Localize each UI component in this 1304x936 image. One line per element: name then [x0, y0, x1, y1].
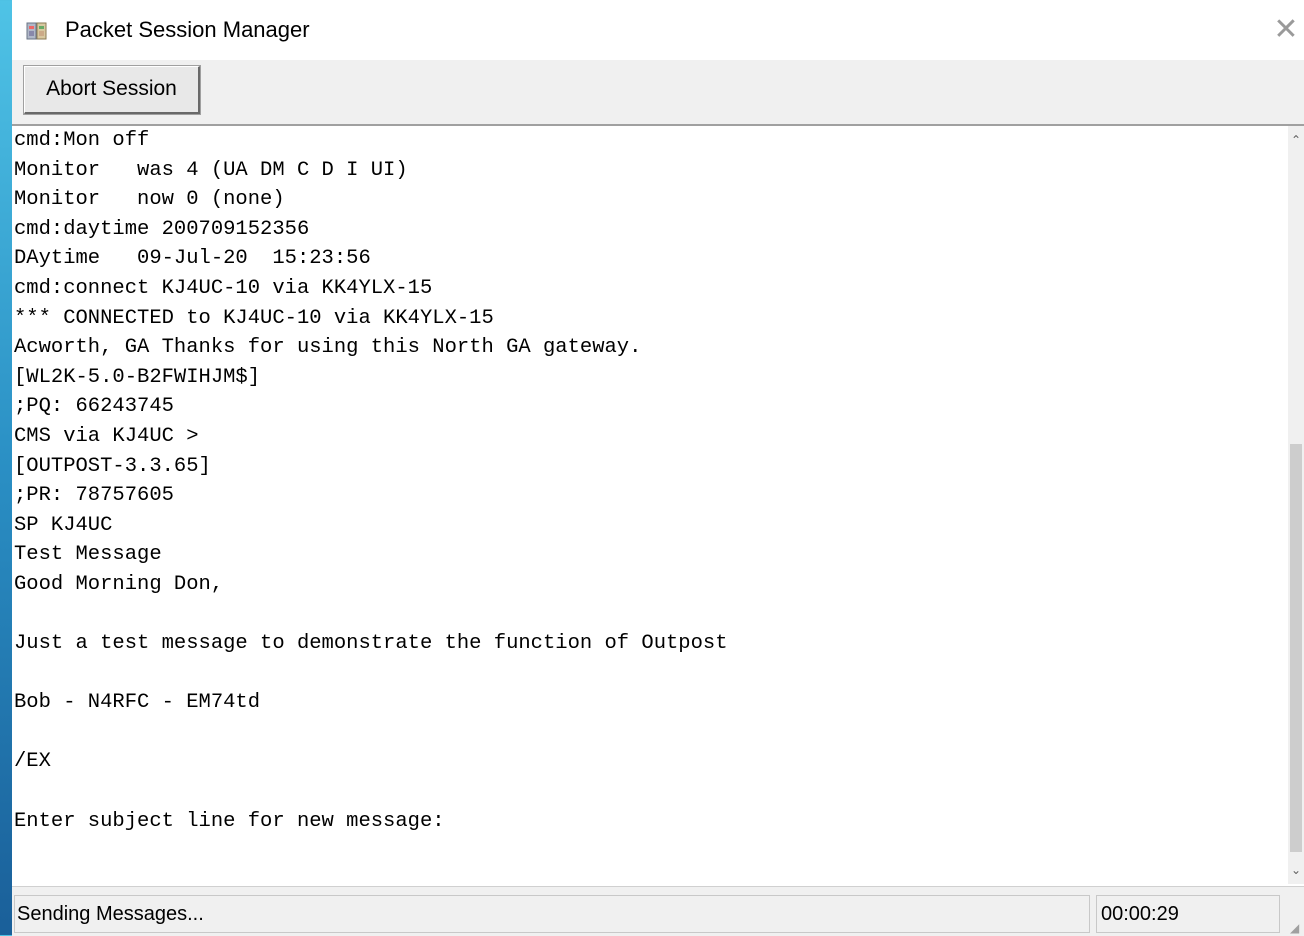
status-bar: Sending Messages... 00:00:29 ◢ — [12, 886, 1304, 936]
terminal-line: ;PQ: 66243745 — [14, 395, 174, 419]
terminal-line: Acworth, GA Thanks for using this North … — [14, 336, 642, 360]
terminal-line: Monitor was 4 (UA DM C D I UI) — [14, 158, 408, 182]
terminal-line: Just a test message to demonstrate the f… — [14, 632, 728, 656]
session-terminal[interactable]: cmd:Mon off Monitor was 4 (UA DM C D I UI… — [12, 126, 1288, 884]
packet-session-window: Packet Session Manager ✕ Abort Session c… — [12, 0, 1304, 936]
terminal-line: [WL2K-5.0-B2FWIHJM$] — [14, 365, 261, 389]
resize-grip-icon[interactable]: ◢ — [1290, 922, 1302, 934]
vertical-scrollbar[interactable]: ⌃ ⌄ — [1288, 126, 1304, 884]
window-title: Packet Session Manager — [65, 17, 310, 42]
terminal-line: DAytime 09-Jul-20 15:23:56 — [14, 247, 371, 271]
terminal-line: Bob - N4RFC - EM74td — [14, 691, 261, 715]
abort-session-button[interactable]: Abort Session — [23, 65, 201, 115]
chevron-up-icon[interactable]: ⌃ — [1288, 130, 1304, 150]
close-icon[interactable]: ✕ — [1268, 12, 1304, 48]
scroll-thumb[interactable] — [1290, 444, 1302, 852]
toolbar: Abort Session — [12, 60, 1304, 126]
chevron-down-icon[interactable]: ⌄ — [1288, 860, 1304, 880]
terminal-line: Enter subject line for new message: — [14, 809, 445, 833]
terminal-line: /EX — [14, 750, 51, 774]
terminal-line: cmd:connect KJ4UC-10 via KK4YLX-15 — [14, 276, 433, 300]
status-message: Sending Messages... — [14, 895, 1090, 933]
title-bar[interactable]: Packet Session Manager ✕ — [12, 0, 1304, 60]
terminal-line: CMS via KJ4UC > — [14, 424, 199, 448]
terminal-line: Monitor now 0 (none) — [14, 188, 285, 212]
terminal-line: [OUTPOST-3.3.65] — [14, 454, 211, 478]
terminal-line: *** CONNECTED to KJ4UC-10 via KK4YLX-15 — [14, 306, 494, 330]
terminal-line: Test Message — [14, 543, 162, 567]
app-icon — [26, 20, 48, 42]
terminal-line: cmd:Mon off — [14, 129, 150, 152]
session-timer: 00:00:29 — [1096, 895, 1280, 933]
terminal-line: SP KJ4UC — [14, 513, 113, 537]
terminal-line: Good Morning Don, — [14, 572, 224, 596]
terminal-line: cmd:daytime 200709152356 — [14, 217, 310, 241]
terminal-line: ;PR: 78757605 — [14, 484, 174, 508]
